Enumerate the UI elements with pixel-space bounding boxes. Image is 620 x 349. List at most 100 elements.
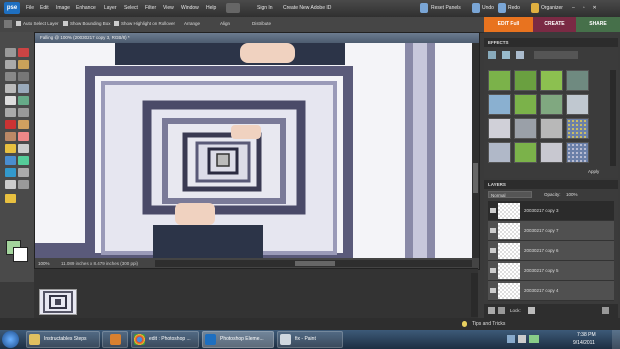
- zoom-level[interactable]: 100%: [38, 261, 50, 266]
- menu-help[interactable]: Help: [206, 5, 216, 11]
- blur-tool-icon[interactable]: [18, 168, 29, 177]
- sponge-tool-icon[interactable]: [5, 180, 16, 189]
- effect-thumb[interactable]: [540, 94, 563, 115]
- checkbox-icon[interactable]: [114, 21, 119, 27]
- volume-icon[interactable]: [518, 335, 526, 343]
- smart-brush-tool-icon[interactable]: [18, 144, 29, 153]
- menu-select[interactable]: Select: [124, 5, 138, 11]
- brush-tool-icon[interactable]: [5, 144, 16, 153]
- effect-thumb[interactable]: [514, 94, 537, 115]
- effect-thumb[interactable]: [514, 118, 537, 139]
- effects-scrollbar[interactable]: [610, 70, 616, 166]
- show-desktop-button[interactable]: [612, 330, 620, 349]
- layer-row[interactable]: 20030217 copy 6: [488, 241, 614, 261]
- tab-create[interactable]: CREATE: [533, 17, 576, 32]
- menu-layer[interactable]: Layer: [104, 5, 117, 11]
- effect-thumb[interactable]: [566, 118, 589, 139]
- clone-stamp-tool-icon[interactable]: [5, 132, 16, 141]
- workspace-icon[interactable]: [226, 3, 240, 13]
- paint-bucket-tool-icon[interactable]: [5, 156, 16, 165]
- project-thumbnail[interactable]: [39, 289, 77, 315]
- menu-file[interactable]: File: [26, 5, 34, 11]
- horizontal-scrollbar[interactable]: [155, 260, 472, 267]
- taskbar-chrome[interactable]: edit : Photoshop ...: [131, 331, 199, 348]
- tips-and-tricks-link[interactable]: Tips and Tricks: [472, 321, 505, 327]
- opacity-value[interactable]: 100%: [566, 192, 578, 197]
- effect-thumb[interactable]: [566, 70, 589, 91]
- sign-in-link[interactable]: Sign In: [257, 5, 273, 11]
- arrange-button[interactable]: Arrange: [184, 21, 200, 26]
- effect-thumb[interactable]: [488, 70, 511, 91]
- magic-wand-tool-icon[interactable]: [5, 84, 16, 93]
- zoom-tool-icon[interactable]: [18, 48, 29, 57]
- layer-row[interactable]: 20030217 copy 4: [488, 281, 614, 301]
- effect-thumb[interactable]: [566, 142, 589, 163]
- eraser-tool-icon[interactable]: [18, 132, 29, 141]
- hand-tool-icon[interactable]: [5, 60, 16, 69]
- distribute-button[interactable]: Distribute: [252, 21, 271, 26]
- organizer-button[interactable]: Organizer: [541, 5, 563, 11]
- undo-icon[interactable]: [472, 3, 480, 13]
- reset-panels-icon[interactable]: [420, 3, 428, 13]
- menu-filter[interactable]: Filter: [145, 5, 156, 11]
- redo-icon[interactable]: [498, 3, 506, 13]
- effect-thumb[interactable]: [540, 142, 563, 163]
- eye-icon[interactable]: [490, 268, 496, 273]
- content-aware-move-tool-icon[interactable]: [5, 194, 16, 203]
- effect-thumb[interactable]: [488, 118, 511, 139]
- battery-icon[interactable]: [529, 335, 539, 343]
- red-eye-tool-icon[interactable]: [5, 120, 16, 129]
- taskbar-instructables[interactable]: Instructables Steps: [26, 331, 100, 348]
- layer-row[interactable]: 20030217 copy 3: [488, 201, 614, 221]
- taskbar-media[interactable]: [102, 331, 128, 348]
- reset-panels-button[interactable]: Reset Panels: [431, 5, 461, 11]
- menu-edit[interactable]: Edit: [40, 5, 49, 11]
- marquee-tool-icon[interactable]: [5, 72, 16, 81]
- effect-thumb[interactable]: [488, 94, 511, 115]
- start-button[interactable]: [2, 331, 19, 348]
- cookie-cutter-tool-icon[interactable]: [5, 108, 16, 117]
- straighten-tool-icon[interactable]: [18, 108, 29, 117]
- vertical-scrollbar[interactable]: [472, 43, 479, 258]
- healing-brush-tool-icon[interactable]: [18, 120, 29, 129]
- clock-time[interactable]: 7:38 PM: [577, 332, 596, 338]
- show-highlight-option[interactable]: Show Highlight on Rollover: [114, 21, 175, 27]
- bin-scrollbar[interactable]: [471, 273, 478, 317]
- effect-thumb[interactable]: [514, 142, 537, 163]
- pencil-tool-icon[interactable]: [18, 180, 29, 189]
- type-tool-icon[interactable]: [5, 96, 16, 105]
- menu-image[interactable]: Image: [56, 5, 70, 11]
- effects-category-dropdown[interactable]: [534, 51, 578, 59]
- show-bounding-box-option[interactable]: Show Bounding Box: [63, 21, 111, 27]
- new-layer-icon[interactable]: [488, 307, 495, 314]
- create-adobe-id-link[interactable]: Create New Adobe ID: [283, 5, 331, 11]
- layer-row[interactable]: 20030217 copy 5: [488, 261, 614, 281]
- filters-icon[interactable]: [488, 51, 496, 59]
- menu-view[interactable]: View: [163, 5, 174, 11]
- align-button[interactable]: Align: [220, 21, 230, 26]
- trash-icon[interactable]: [602, 307, 609, 314]
- background-color-swatch[interactable]: [13, 247, 28, 262]
- auto-select-layer-option[interactable]: Auto Select Layer: [16, 21, 59, 27]
- photo-effects-icon[interactable]: [516, 51, 524, 59]
- quick-selection-tool-icon[interactable]: [18, 84, 29, 93]
- scroll-thumb[interactable]: [473, 163, 478, 193]
- taskbar-paint[interactable]: fix - Paint: [277, 331, 343, 348]
- lasso-tool-icon[interactable]: [18, 72, 29, 81]
- menu-window[interactable]: Window: [181, 5, 199, 11]
- window-controls[interactable]: –▫✕: [572, 5, 605, 11]
- shape-tool-icon[interactable]: [5, 168, 16, 177]
- gradient-tool-icon[interactable]: [18, 156, 29, 165]
- adjustment-layer-icon[interactable]: [498, 307, 505, 314]
- move-tool-icon[interactable]: [5, 48, 16, 57]
- eye-icon[interactable]: [490, 208, 496, 213]
- menu-enhance[interactable]: Enhance: [76, 5, 96, 11]
- tab-edit[interactable]: EDIT Full: [484, 17, 533, 32]
- layer-styles-icon[interactable]: [502, 51, 510, 59]
- effect-thumb[interactable]: [514, 70, 537, 91]
- checkbox-icon[interactable]: [63, 21, 68, 27]
- network-icon[interactable]: [507, 335, 515, 343]
- layer-row[interactable]: 20030217 copy 7: [488, 221, 614, 241]
- effect-thumb[interactable]: [488, 142, 511, 163]
- effect-thumb[interactable]: [566, 94, 589, 115]
